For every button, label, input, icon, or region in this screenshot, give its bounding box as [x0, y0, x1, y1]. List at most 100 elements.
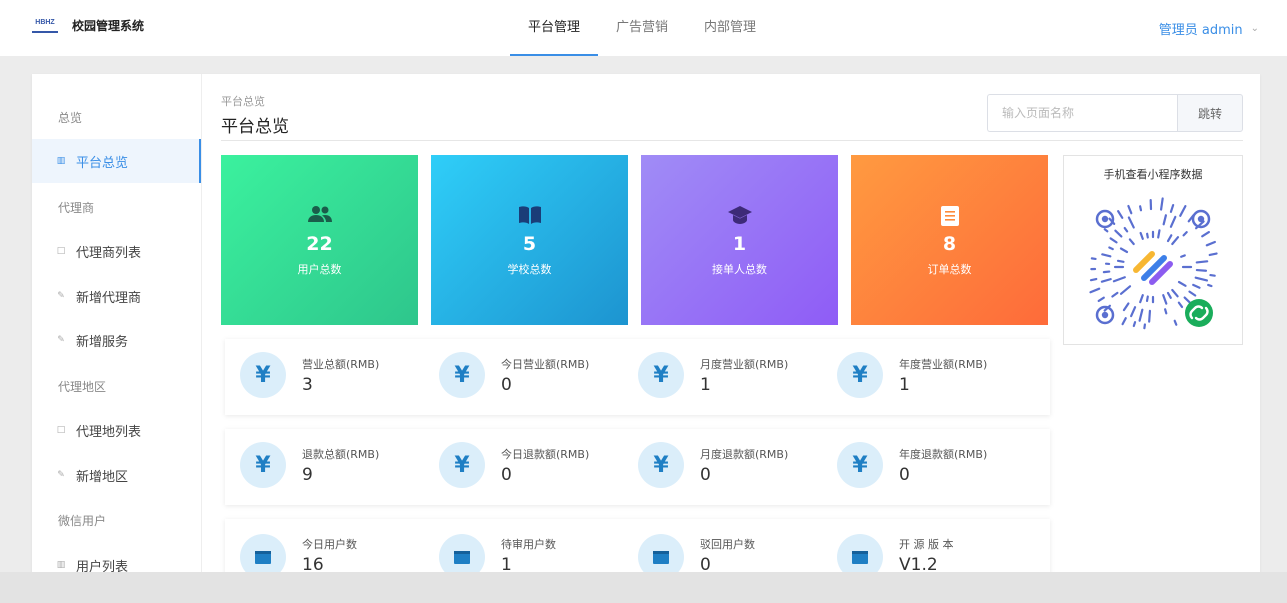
bottom-bar: [0, 572, 1287, 603]
tab-advertising[interactable]: 广告营销: [598, 0, 686, 56]
chevron-down-icon: ⌄: [1250, 23, 1259, 34]
user-name: 管理员 admin: [1158, 23, 1243, 38]
stat-card-schools: 5 学校总数: [431, 155, 628, 325]
calendar-icon: [837, 534, 883, 574]
metric-label: 驳回用户数: [700, 538, 755, 551]
sidebar-item-label: 代理商列表: [76, 245, 142, 261]
metric-label: 今日营业额(RMB): [501, 358, 590, 371]
main-panel: 总览 ▥ 平台总览 代理商 □ 代理商列表 ✎ 新增代理商 ✎ 新增服务 代理地…: [32, 74, 1260, 574]
metric-label: 营业总额(RMB): [302, 358, 380, 371]
metric-label: 今日用户数: [302, 538, 357, 551]
metric-total-refund: ¥ 退款总额(RMB) 9: [225, 429, 424, 505]
sidebar-item-agent-list[interactable]: □ 代理商列表: [32, 229, 201, 273]
yen-icon: ¥: [240, 442, 286, 488]
metric-value: 0: [899, 465, 910, 485]
breadcrumb[interactable]: 平台总览: [221, 93, 265, 109]
page-title: 平台总览: [221, 117, 289, 137]
app-name: 校园管理系统: [72, 19, 145, 33]
metric-label: 年度营业额(RMB): [899, 358, 988, 371]
yen-icon: ¥: [638, 442, 684, 488]
user-menu[interactable]: 管理员 admin ⌄: [1159, 19, 1259, 38]
metric-value: 0: [700, 465, 711, 485]
sidebar-group-agents: 代理商: [58, 201, 95, 215]
metric-total-revenue: ¥ 营业总额(RMB) 3: [225, 339, 424, 415]
metric-value: 1: [899, 375, 910, 395]
yen-icon: ¥: [240, 352, 286, 398]
stat-value: 22: [306, 233, 333, 255]
yen-icon: ¥: [837, 442, 883, 488]
metric-monthly-refund: ¥ 月度退款额(RMB) 0: [623, 429, 822, 505]
stat-value: 8: [942, 233, 957, 255]
yen-icon: ¥: [837, 352, 883, 398]
logo-mark: HBHZ: [32, 19, 58, 33]
stat-value: 5: [522, 233, 537, 255]
tab-internal[interactable]: 内部管理: [686, 0, 774, 56]
logo[interactable]: HBHZ 校园管理系统: [32, 17, 144, 34]
stat-label: 接单人总数: [712, 263, 767, 276]
calendar-icon: □: [56, 246, 66, 256]
metric-label: 月度营业额(RMB): [700, 358, 789, 371]
sidebar-group-overview: 总览: [58, 111, 83, 125]
chart-icon: ▥: [56, 560, 66, 570]
divider: [221, 140, 1243, 141]
metric-label: 待审用户数: [501, 538, 556, 551]
metric-version: 开 源 版 本 V1.2: [822, 519, 1021, 574]
tab-platform[interactable]: 平台管理: [510, 0, 599, 56]
sidebar-item-label: 平台总览: [76, 155, 129, 171]
sidebar-item-add-service[interactable]: ✎ 新增服务: [32, 318, 201, 362]
metric-today-users: 今日用户数 16: [225, 519, 424, 574]
users-icon: [221, 205, 418, 227]
sidebar-item-add-agent[interactable]: ✎ 新增代理商: [32, 274, 201, 318]
calendar-icon: □: [56, 425, 66, 435]
page-search-input[interactable]: [987, 94, 1179, 132]
graduation-cap-icon: [641, 205, 838, 227]
metric-rejected-users: 驳回用户数 0: [623, 519, 822, 574]
stat-label: 学校总数: [507, 263, 552, 276]
sidebar-item-platform-overview[interactable]: ▥ 平台总览: [32, 139, 201, 183]
metric-value: 3: [302, 375, 313, 395]
jump-button[interactable]: 跳转: [1177, 94, 1243, 132]
metric-value: 9: [302, 465, 313, 485]
top-bar: HBHZ 校园管理系统 平台管理 广告营销 内部管理 管理员 admin ⌄: [0, 0, 1287, 56]
book-icon: [431, 205, 628, 227]
edit-icon: ✎: [57, 470, 65, 480]
edit-icon: ✎: [57, 335, 65, 345]
metric-label: 开 源 版 本: [899, 538, 954, 551]
metric-yearly-refund: ¥ 年度退款额(RMB) 0: [822, 429, 1021, 505]
sidebar-item-user-list[interactable]: ▥ 用户列表: [32, 543, 201, 575]
edit-icon: ✎: [57, 291, 65, 301]
metric-today-refund: ¥ 今日退款额(RMB) 0: [424, 429, 623, 505]
calendar-icon: [240, 534, 286, 574]
sidebar-group-wechat-users: 微信用户: [58, 514, 107, 528]
stat-label: 订单总数: [927, 263, 972, 276]
stat-card-takers: 1 接单人总数: [641, 155, 838, 325]
metric-yearly-revenue: ¥ 年度营业额(RMB) 1: [822, 339, 1021, 415]
yen-icon: ¥: [439, 352, 485, 398]
sidebar-item-add-region[interactable]: ✎ 新增地区: [32, 453, 201, 497]
sidebar-item-label: 新增地区: [76, 469, 129, 485]
mini-program-qr-code[interactable]: [1078, 192, 1228, 342]
sidebar-item-region-list[interactable]: □ 代理地列表: [32, 408, 201, 452]
metric-label: 退款总额(RMB): [302, 448, 380, 461]
stat-card-users: 22 用户总数: [221, 155, 418, 325]
sidebar-item-label: 新增服务: [76, 334, 129, 350]
calendar-icon: [439, 534, 485, 574]
document-icon: [851, 205, 1048, 227]
stat-label: 用户总数: [297, 263, 342, 276]
metric-value: 1: [700, 375, 711, 395]
metric-value: 0: [501, 465, 512, 485]
qr-title: 手机查看小程序数据: [1103, 168, 1203, 181]
chart-icon: ▥: [56, 156, 66, 166]
sidebar: 总览 ▥ 平台总览 代理商 □ 代理商列表 ✎ 新增代理商 ✎ 新增服务 代理地…: [32, 74, 202, 574]
calendar-icon: [638, 534, 684, 574]
users-card: 今日用户数 16 待审用户数 1 驳回用户数 0 开 源 版 本 V1.2: [225, 519, 1050, 574]
metric-label: 年度退款额(RMB): [899, 448, 988, 461]
metric-value: 0: [501, 375, 512, 395]
metric-label: 今日退款额(RMB): [501, 448, 590, 461]
metric-today-revenue: ¥ 今日营业额(RMB) 0: [424, 339, 623, 415]
sidebar-item-label: 新增代理商: [76, 290, 142, 306]
revenue-card: ¥ 营业总额(RMB) 3 ¥ 今日营业额(RMB) 0 ¥ 月度营业额(RMB…: [225, 339, 1050, 415]
qr-code-panel: 手机查看小程序数据: [1063, 155, 1243, 345]
metric-pending-users: 待审用户数 1: [424, 519, 623, 574]
top-nav: 平台管理 广告营销 内部管理: [510, 0, 774, 56]
